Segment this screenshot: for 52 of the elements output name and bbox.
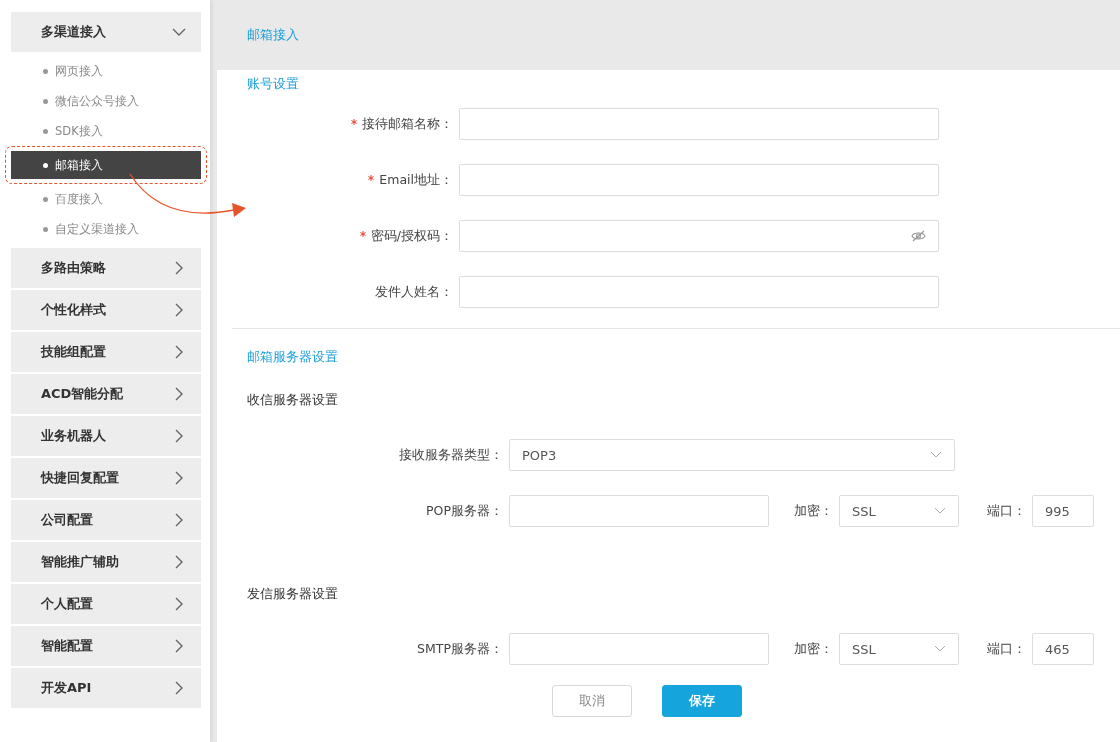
sidebar-item[interactable]: 邮箱接入 [11, 151, 201, 179]
field-label: SMTP服务器： [416, 640, 504, 658]
sidebar-group[interactable]: 个人配置 [11, 584, 201, 624]
sidebar-group[interactable]: 多路由策略 [11, 248, 201, 288]
caret-icon [934, 507, 946, 515]
required-asterisk-icon [368, 174, 375, 181]
eye-slash-icon[interactable] [911, 230, 926, 242]
sidebar-group[interactable]: 快捷回复配置 [11, 458, 201, 498]
port-input[interactable]: 995 [1032, 495, 1094, 527]
subsection-title: 发信服务器设置 [247, 586, 338, 601]
field-label: 端口： [986, 502, 1027, 520]
subsection-title: 收信服务器设置 [247, 392, 338, 407]
section-title: 邮箱服务器设置 [247, 349, 339, 366]
sidebar-item[interactable]: 微信公众号接入 [11, 87, 201, 115]
field-label: 加密： [793, 502, 834, 520]
encryption-select[interactable]: SSL [839, 633, 959, 665]
sidebar-item[interactable]: 百度接入 [11, 185, 201, 213]
port-input[interactable]: 465 [1032, 633, 1094, 665]
field-label: POP服务器： [425, 502, 504, 520]
sidebar-group[interactable]: 开发API [11, 668, 201, 708]
required-asterisk-icon [351, 118, 357, 125]
sidebar-group[interactable]: 智能推广辅助 [11, 542, 201, 582]
sidebar-group[interactable]: ACD智能分配 [11, 374, 201, 414]
sidebar-group[interactable]: 个性化样式 [11, 290, 201, 330]
required-asterisk-icon [359, 230, 366, 237]
sidebar-item[interactable]: 自定义渠道接入 [11, 215, 201, 243]
password-input[interactable] [459, 220, 939, 252]
field-label: 加密： [793, 640, 834, 658]
text-input[interactable] [459, 164, 939, 196]
encryption-select[interactable]: SSL [839, 495, 959, 527]
text-input[interactable] [459, 108, 939, 140]
field-label: 接收服务器类型： [398, 446, 504, 464]
field-label: 端口： [986, 640, 1027, 658]
sidebar-item[interactable]: 网页接入 [11, 57, 201, 85]
field-label: 发件人姓名： [374, 283, 454, 301]
server-input[interactable] [509, 495, 769, 527]
field-label: 密码/授权码： [247, 227, 459, 245]
sidebar-group[interactable]: 智能配置 [11, 626, 201, 666]
sidebar-group[interactable]: 多渠道接入 [11, 12, 201, 52]
caret-icon [934, 645, 946, 653]
field-label: 接待邮箱名称： [247, 115, 459, 133]
section-title: 账号设置 [247, 76, 300, 93]
field-label: Email地址： [247, 171, 459, 189]
sidebar-group[interactable]: 业务机器人 [11, 416, 201, 456]
sidebar-group[interactable]: 技能组配置 [11, 332, 201, 372]
server-type-select[interactable]: POP3 [509, 439, 955, 471]
sidebar-item[interactable]: SDK接入 [11, 117, 201, 145]
sidebar-group[interactable]: 公司配置 [11, 500, 201, 540]
cancel-button[interactable]: 取消 [552, 685, 632, 717]
server-input[interactable] [509, 633, 769, 665]
text-input[interactable] [459, 276, 939, 308]
caret-icon [930, 451, 942, 459]
